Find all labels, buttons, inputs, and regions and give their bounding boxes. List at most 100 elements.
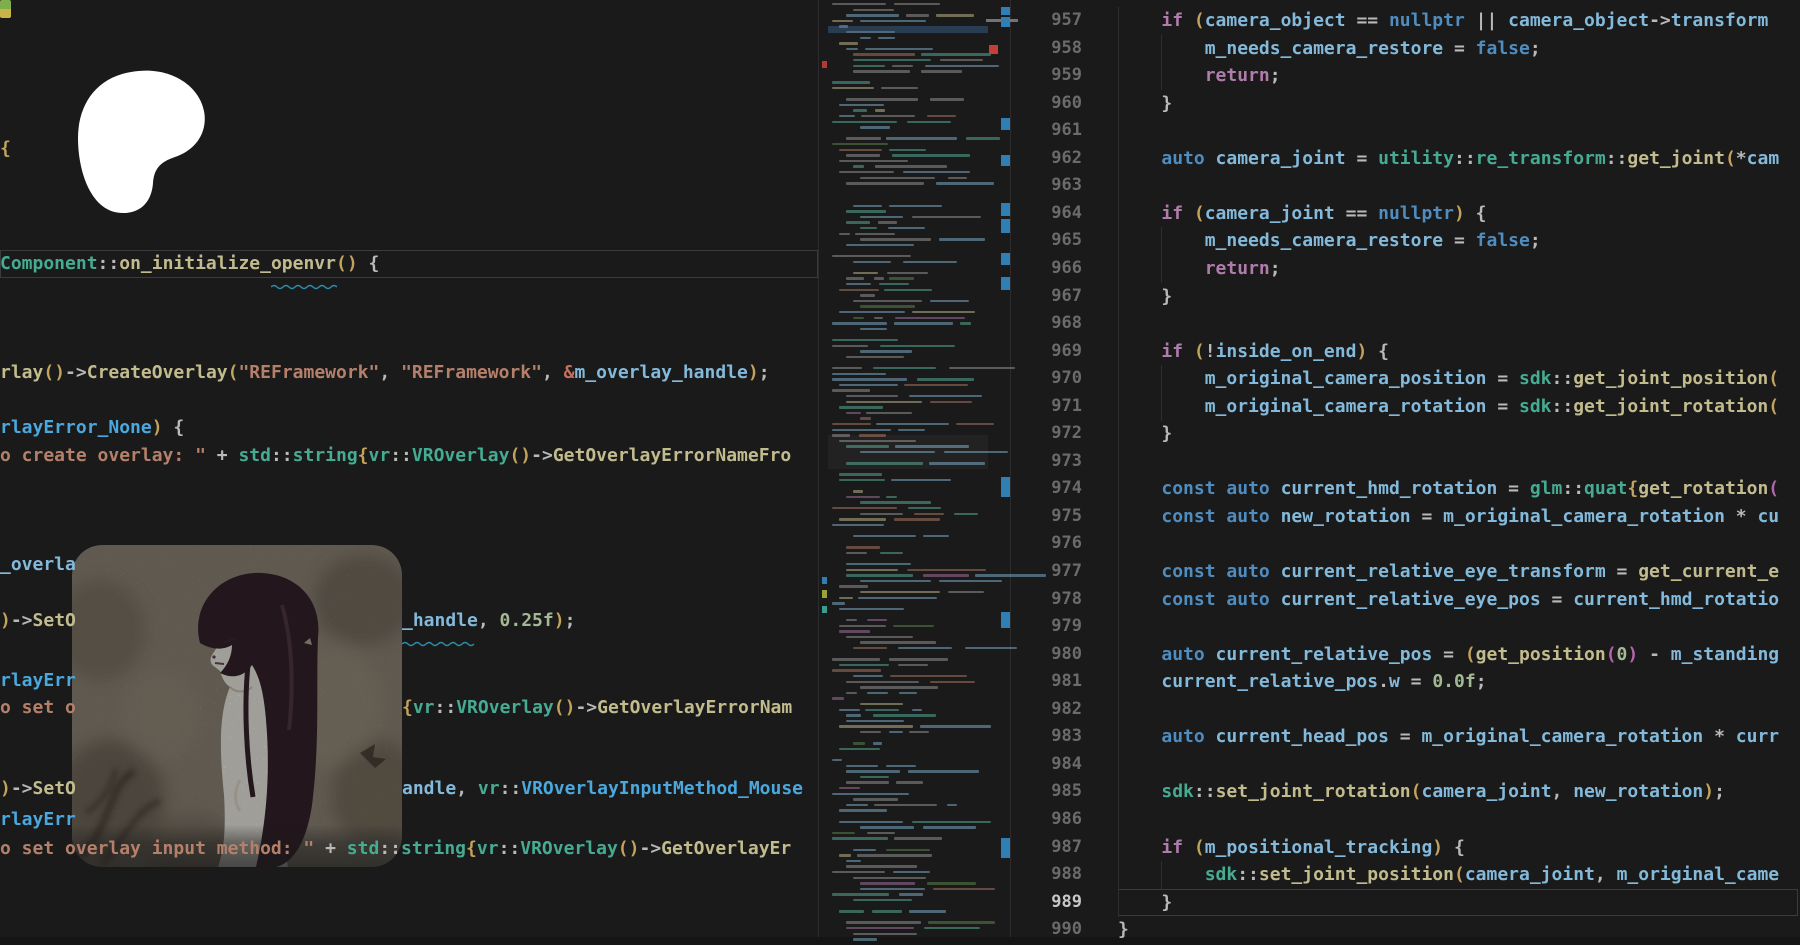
token-punct: :: — [98, 253, 120, 274]
minimap-code-bar — [846, 552, 867, 554]
line-number: 961 — [1012, 117, 1082, 144]
token-punct: -> — [1649, 10, 1671, 31]
minimap-code-bar — [886, 849, 929, 851]
token-punct: } — [1161, 423, 1172, 444]
ruler-modified-mark — [1001, 277, 1010, 290]
openvr-spellcheck-squiggle — [271, 275, 337, 280]
minimap-code-bar — [853, 938, 877, 940]
code-line: m_needs_camera_restore = false; — [1118, 227, 1541, 254]
minimap-code-bar — [875, 109, 885, 111]
code-line: } — [1118, 283, 1172, 310]
token-type: glm — [1530, 478, 1563, 499]
minimap-code-bar — [936, 14, 974, 16]
minimap-code-bar — [839, 518, 886, 520]
token-type: sdk — [1161, 781, 1194, 802]
minimap-code-bar — [886, 496, 897, 498]
token-fn: rlay — [0, 362, 43, 383]
minimap-edge-mark — [822, 590, 827, 598]
token-type: sdk — [1519, 368, 1552, 389]
minimap-code-bar — [860, 888, 925, 890]
token-gold: ( — [1194, 837, 1205, 858]
indent-space — [1118, 341, 1161, 362]
minimap-code-bar — [880, 552, 903, 554]
minimap-code-bar — [853, 490, 863, 492]
minimap-code-bar — [893, 625, 934, 627]
token-punct: ! — [1205, 341, 1216, 362]
minimap-code-bar — [898, 664, 929, 666]
line-number: 964 — [1012, 200, 1082, 227]
ruler-modified-mark — [1001, 612, 1010, 628]
token-fn: GetOverlayErrorNam — [597, 697, 792, 718]
code-line: if (!inside_on_end) { — [1118, 338, 1389, 365]
indent-space — [1118, 148, 1161, 169]
minimap-code-bar — [839, 725, 913, 727]
minimap-code-bar — [874, 804, 936, 806]
token-gold: { — [402, 697, 413, 718]
token-punct: :: — [500, 778, 522, 799]
indent-space — [1118, 561, 1161, 582]
line-number: 965 — [1012, 227, 1082, 254]
line-number: 986 — [1012, 806, 1082, 833]
token-kw: auto — [1161, 148, 1215, 169]
indent-space — [1118, 368, 1205, 389]
token-punct: ; — [565, 610, 576, 631]
minimap-code-bar — [860, 501, 931, 503]
minimap-code-bar — [966, 137, 1000, 139]
editor-group-divider[interactable] — [1010, 0, 1011, 945]
token-punct: :: — [1237, 864, 1259, 885]
indent-space — [1118, 506, 1161, 527]
squiggle-wave — [271, 284, 337, 290]
code-line-fragment: andle, vr::VROverlayInputMethod_Mouse — [402, 775, 803, 802]
minimap-slider[interactable] — [828, 435, 988, 469]
token-ctl: return — [1205, 258, 1270, 279]
token-ctl: if — [1161, 837, 1194, 858]
minimap-code-bar — [912, 709, 922, 711]
token-punct: :: — [1562, 478, 1584, 499]
minimap-code-bar — [873, 742, 883, 744]
minimap-code-bar — [860, 641, 936, 643]
minimap-code-bar — [860, 294, 875, 296]
code-line: m_needs_camera_restore = false; — [1118, 35, 1541, 62]
token-fn: set_joint_rotation — [1216, 781, 1411, 802]
minimap-code-bar — [832, 524, 884, 526]
minimap-code-bar — [853, 261, 891, 263]
minimap-code-bar — [832, 121, 897, 123]
token-gold: ( — [1194, 10, 1205, 31]
minimap-code-bar — [839, 160, 908, 162]
minimap-code-bar — [839, 597, 853, 599]
minimap-code-bar — [860, 328, 887, 330]
token-fn: CreateOverlay — [87, 362, 228, 383]
token-punct: = — [1508, 478, 1530, 499]
code-line-fragment: o set o — [0, 694, 76, 721]
minimap-code-bar — [839, 821, 903, 823]
token-fn: get_current_e — [1638, 561, 1779, 582]
minimap-code-bar — [875, 165, 947, 167]
token-var: m_original_came — [1617, 864, 1780, 885]
minimap-code-bar — [839, 585, 868, 587]
minimap-code-bar — [846, 860, 861, 862]
editor-split-divider[interactable] — [818, 0, 819, 945]
token-fn: GetOverlayErrorNameFro — [553, 445, 791, 466]
line-number: 963 — [1012, 172, 1082, 199]
minimap-code-bar — [936, 182, 995, 184]
token-punct: { — [358, 253, 380, 274]
minimap-code-bar — [839, 910, 864, 912]
minimap-code-bar — [865, 48, 933, 50]
code-line: } — [1118, 90, 1172, 117]
token-ctl: if — [1161, 203, 1194, 224]
minimap-code-bar — [894, 837, 942, 839]
token-var: cu — [1757, 506, 1779, 527]
minimap-code-bar — [839, 854, 851, 856]
code-line: if (camera_object == nullptr || camera_o… — [1118, 7, 1768, 34]
token-enum: rlayErr — [0, 670, 76, 691]
token-fn: get_joint_rotation — [1573, 396, 1768, 417]
token-gold: ) — [0, 778, 11, 799]
squiggle-wave — [402, 641, 479, 647]
code-line: const auto current_relative_eye_transfor… — [1118, 558, 1779, 585]
minimap-code-bar — [896, 781, 923, 783]
token-var: m_original_camera_rotation — [1443, 506, 1736, 527]
line-number: 967 — [1012, 283, 1082, 310]
token-punct: } — [1161, 286, 1172, 307]
token-punct: } — [1161, 93, 1172, 114]
minimap-code-bar — [899, 893, 924, 895]
